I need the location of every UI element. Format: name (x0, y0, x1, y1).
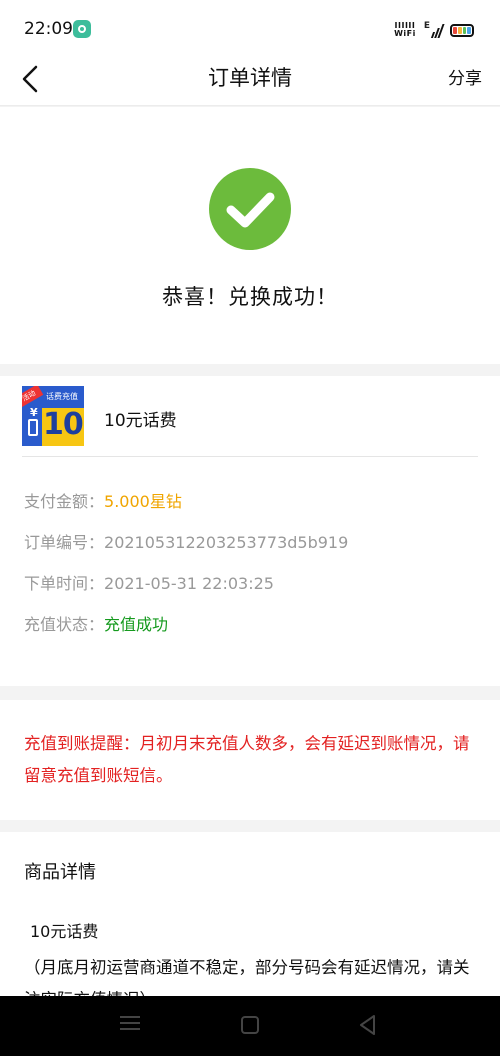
recharge-status-row: 充值状态：充值成功 (24, 611, 168, 635)
payment-amount-value: 5.000星钻 (104, 492, 182, 511)
signal-icon: E (423, 21, 445, 38)
nav-bar: 订单详情 分享 (0, 60, 500, 106)
system-nav-bar (0, 996, 500, 1056)
detail-description: （月底月初运营商通道不稳定，部分号码会有延迟情况，请关注实际充值情况） (24, 958, 470, 997)
phone-icon (28, 419, 38, 436)
info-label: 下单时间： (24, 574, 105, 593)
info-label: 充值状态： (24, 615, 105, 634)
recharge-notice: 充值到账提醒：月初月末充值人数多，会有延迟到账情况，请留意充值到账短信。 (24, 734, 470, 785)
divider (22, 456, 478, 457)
detail-product-name: 10元话费 (30, 922, 99, 941)
success-card: 恭喜！兑换成功！ (0, 107, 500, 364)
order-number-row: 订单编号：202105312203253773d5b919 (24, 529, 348, 553)
page-title: 订单详情 (208, 66, 292, 90)
success-check-icon (209, 168, 291, 250)
detail-title: 商品详情 (24, 862, 96, 883)
thumb-currency: ¥ (30, 406, 38, 419)
network-label: WiFi (394, 29, 416, 38)
status-time: 22:09 (24, 19, 73, 39)
order-time-value: 2021-05-31 22:03:25 (104, 574, 274, 593)
thumb-label: 话费充值 (46, 392, 78, 401)
home-icon[interactable] (241, 1016, 259, 1034)
battery-segment (453, 26, 457, 34)
order-number-value: 202105312203253773d5b919 (104, 533, 349, 552)
recharge-status-value: 充值成功 (104, 615, 169, 634)
product-thumbnail: 活动 话费充值 ¥ 10 (22, 386, 84, 446)
order-card: 活动 话费充值 ¥ 10 10元话费 支付金额：5.000星钻 订单编号：202… (0, 376, 500, 686)
battery-segment (467, 26, 471, 34)
battery-segment (462, 26, 467, 34)
battery-segment (457, 26, 462, 34)
signal-type: E (423, 21, 430, 31)
status-bar: 22:09 IIIIII WiFi E (0, 0, 500, 60)
system-back-icon[interactable] (356, 1013, 380, 1037)
checkmark-icon (226, 192, 275, 228)
success-message: 恭喜！兑换成功！ (162, 285, 338, 309)
recent-apps-icon[interactable] (120, 1016, 140, 1030)
wifi-indicator: IIIIII WiFi (394, 22, 416, 38)
product-detail-card: 商品详情 10元话费 （月底月初运营商通道不稳定，部分号码会有延迟情况，请关注实… (0, 832, 500, 997)
order-time-row: 下单时间：2021-05-31 22:03:25 (24, 570, 274, 594)
status-indicators: IIIIII WiFi E (394, 20, 474, 40)
app-notification-icon (73, 20, 91, 38)
info-label: 支付金额： (24, 492, 105, 511)
thumb-value: 10 (43, 407, 84, 442)
payment-amount-row: 支付金额：5.000星钻 (24, 488, 182, 512)
share-button[interactable]: 分享 (448, 64, 482, 89)
notice-card: 充值到账提醒：月初月末充值人数多，会有延迟到账情况，请留意充值到账短信。 (0, 700, 500, 820)
product-name: 10元话费 (104, 411, 177, 431)
info-label: 订单编号： (24, 533, 105, 552)
battery-icon (450, 23, 474, 37)
